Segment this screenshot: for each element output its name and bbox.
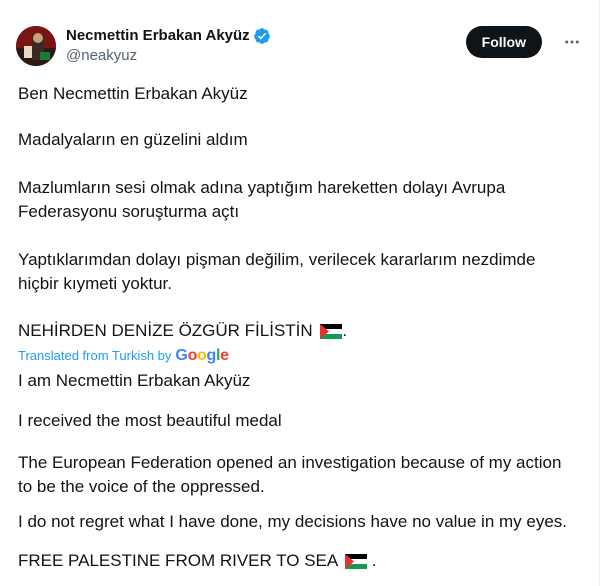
translation-line-2: I received the most beautiful medal	[18, 411, 282, 430]
original-line-4b: hiçbir kıymeti yoktur.	[18, 274, 172, 293]
avatar[interactable]	[16, 26, 56, 66]
original-line-5-text: NEHİRDEN DENİZE ÖZGÜR FİLİSTİN	[18, 321, 313, 340]
original-line-1: Ben Necmettin Erbakan Akyüz	[18, 84, 248, 103]
author-names: Necmettin Erbakan Akyüz @neakyuz	[66, 26, 271, 66]
translation-label[interactable]: Translated from Turkish by	[18, 348, 171, 364]
follow-button[interactable]: Follow	[465, 26, 542, 58]
author-display-name[interactable]: Necmettin Erbakan Akyüz	[66, 26, 250, 46]
palestine-flag-icon	[320, 322, 343, 346]
translation-line-1: I am Necmettin Erbakan Akyüz	[18, 371, 251, 390]
palestine-flag-icon	[345, 552, 368, 576]
translation-line-4: I do not regret what I have done, my dec…	[18, 512, 568, 531]
original-line-3a: Mazlumların sesi olmak adına yaptığım ha…	[18, 178, 506, 197]
original-line-5-period: .	[342, 321, 348, 340]
tweet-header: Necmettin Erbakan Akyüz @neakyuz Follow	[16, 20, 586, 70]
original-line-3b: Federasyonu soruşturma açtı	[18, 202, 240, 221]
translation-line-5: FREE PALESTINE FROM RIVER TO SEA .	[18, 549, 377, 576]
verified-badge-icon[interactable]	[253, 27, 271, 45]
tweet: Necmettin Erbakan Akyüz @neakyuz Follow …	[0, 0, 600, 586]
author-display-name-row[interactable]: Necmettin Erbakan Akyüz	[66, 26, 271, 46]
original-line-4a: Yaptıklarımdan dolayı pişman değilim, ve…	[18, 250, 536, 269]
translation-notice[interactable]: Translated from Turkish by Google	[18, 348, 229, 364]
translation-line-5-text: FREE PALESTINE FROM RIVER TO SEA	[18, 551, 338, 570]
google-logo-icon: Google	[175, 347, 229, 364]
translation-line-3a: The European Federation opened an invest…	[18, 453, 562, 472]
more-options-icon[interactable]	[558, 28, 586, 56]
original-line-2: Madalyaların en güzelini aldım	[18, 130, 248, 149]
author-handle[interactable]: @neakyuz	[66, 46, 271, 66]
translation-line-5-period: .	[371, 551, 377, 570]
translation-line-3b: to be the voice of the oppressed.	[18, 477, 265, 496]
original-line-5: NEHİRDEN DENİZE ÖZGÜR FİLİSTİN .	[18, 319, 347, 346]
